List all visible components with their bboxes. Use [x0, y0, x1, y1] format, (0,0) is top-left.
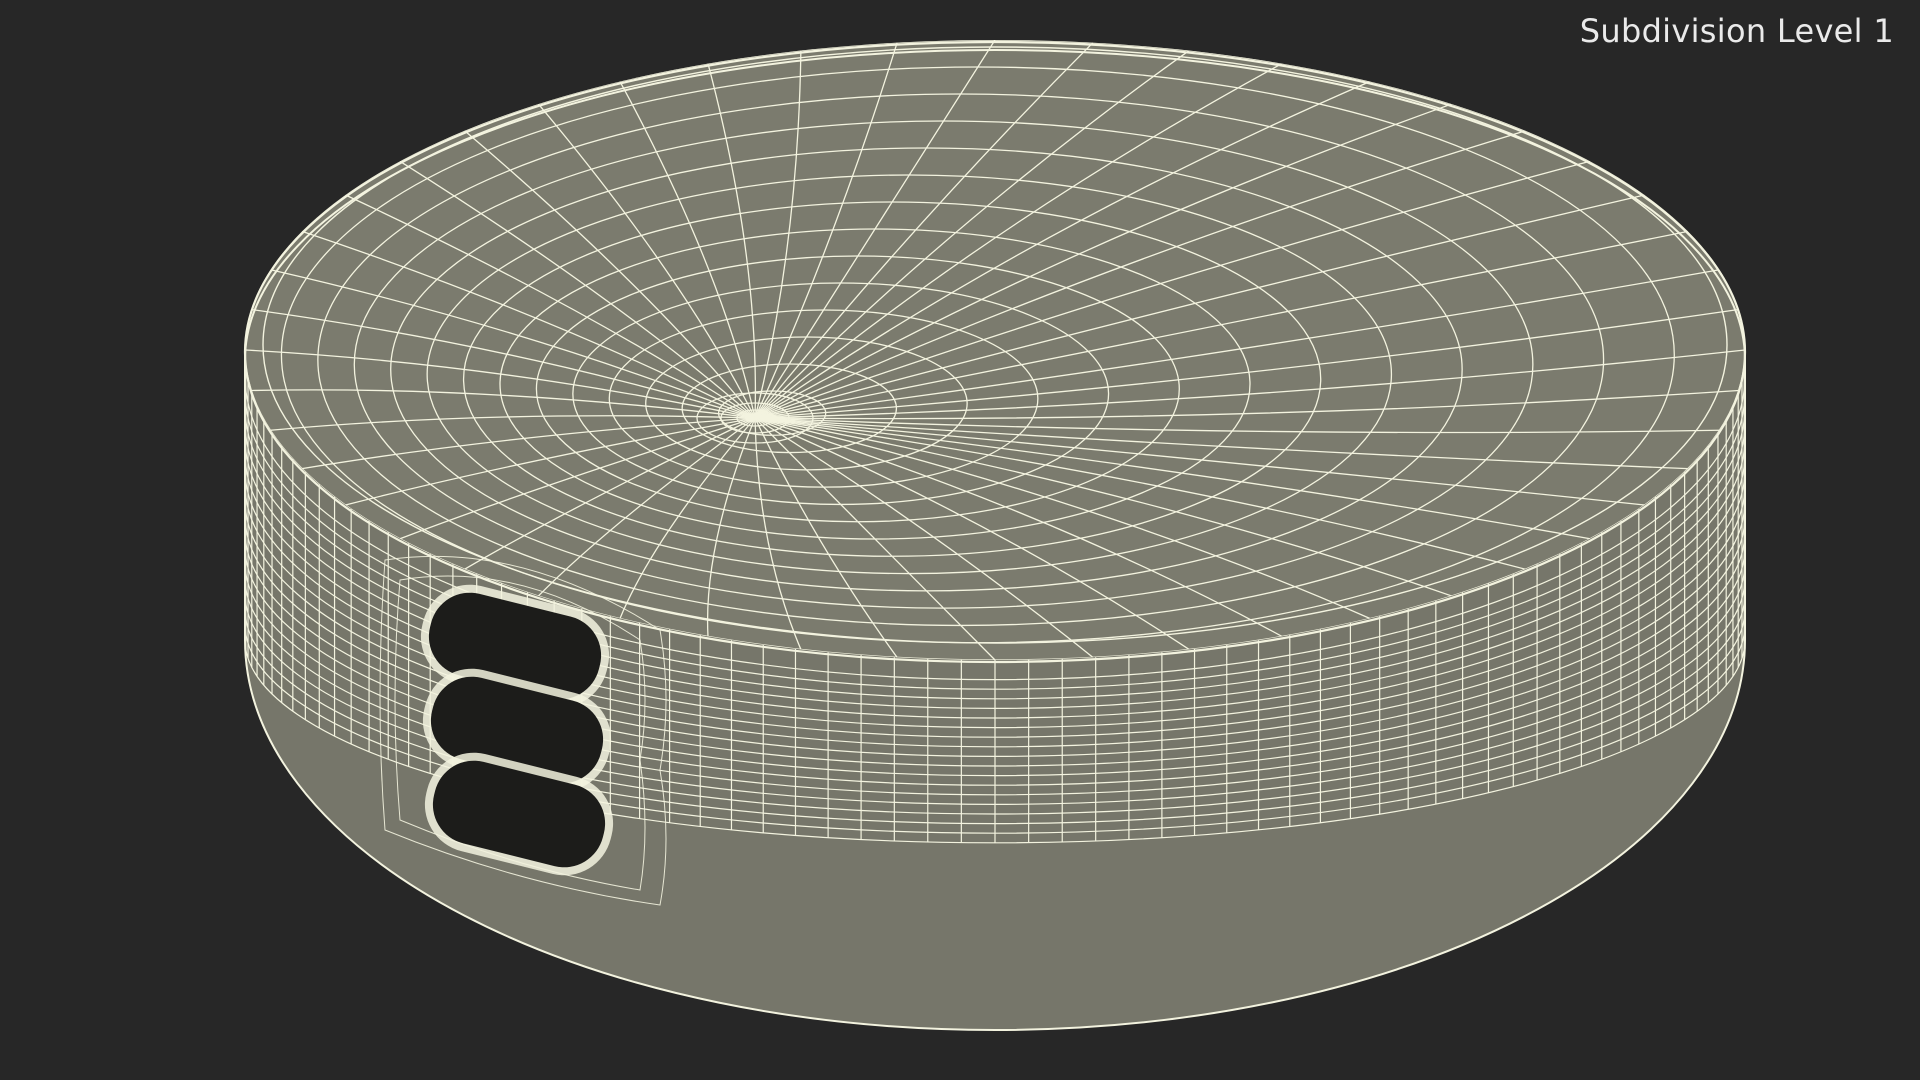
wireframe-model	[243, 40, 1747, 1031]
render-viewport: Subdivision Level 1	[0, 0, 1920, 1080]
